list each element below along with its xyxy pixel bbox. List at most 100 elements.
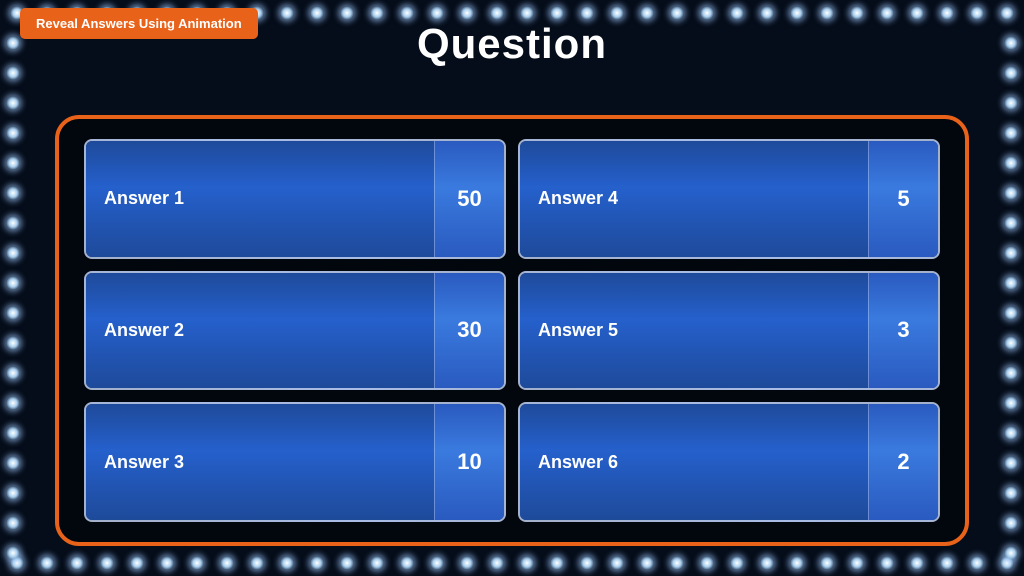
- light-dot: [940, 6, 954, 20]
- light-dot: [760, 6, 774, 20]
- light-dot: [850, 6, 864, 20]
- light-dot: [550, 6, 564, 20]
- light-dot: [700, 556, 714, 570]
- light-dot: [6, 546, 20, 560]
- light-dot: [340, 556, 354, 570]
- light-dot: [6, 246, 20, 260]
- answer-card-2[interactable]: Answer 45: [518, 139, 940, 259]
- answer-score-5: 10: [434, 404, 504, 520]
- answer-card-5[interactable]: Answer 310: [84, 402, 506, 522]
- light-dot: [1004, 336, 1018, 350]
- light-dot: [160, 556, 174, 570]
- light-dot: [430, 6, 444, 20]
- light-dot: [400, 556, 414, 570]
- light-dot: [850, 556, 864, 570]
- light-dot: [400, 6, 414, 20]
- light-dot: [1004, 276, 1018, 290]
- light-dot: [6, 96, 20, 110]
- answer-text-2: Answer 4: [520, 141, 868, 257]
- light-dot: [580, 6, 594, 20]
- light-dot: [550, 556, 564, 570]
- light-dot: [1004, 156, 1018, 170]
- light-dot: [640, 6, 654, 20]
- light-dot: [310, 6, 324, 20]
- light-dot: [370, 556, 384, 570]
- answer-text-5: Answer 3: [86, 404, 434, 520]
- answer-score-3: 30: [434, 273, 504, 389]
- light-dot: [1000, 556, 1014, 570]
- light-dot: [1004, 66, 1018, 80]
- light-dot: [6, 186, 20, 200]
- answer-score-2: 5: [868, 141, 938, 257]
- light-dot: [790, 6, 804, 20]
- light-dot: [1004, 486, 1018, 500]
- light-dot: [610, 556, 624, 570]
- answer-card-6[interactable]: Answer 62: [518, 402, 940, 522]
- answer-text-4: Answer 5: [520, 273, 868, 389]
- answer-score-1: 50: [434, 141, 504, 257]
- light-dot: [370, 6, 384, 20]
- light-dot: [520, 556, 534, 570]
- light-dot: [460, 556, 474, 570]
- light-dot: [6, 486, 20, 500]
- light-dot: [220, 556, 234, 570]
- light-dot: [6, 306, 20, 320]
- answer-text-6: Answer 6: [520, 404, 868, 520]
- light-dot: [1000, 6, 1014, 20]
- light-dot: [6, 456, 20, 470]
- light-dot: [6, 396, 20, 410]
- light-dot: [10, 556, 24, 570]
- light-dot: [970, 556, 984, 570]
- answer-score-6: 2: [868, 404, 938, 520]
- answers-container: Answer 150Answer 45Answer 230Answer 53An…: [55, 115, 969, 546]
- light-dot: [490, 556, 504, 570]
- light-dot: [100, 556, 114, 570]
- light-dot: [490, 6, 504, 20]
- answer-card-3[interactable]: Answer 230: [84, 271, 506, 391]
- light-dot: [1004, 366, 1018, 380]
- light-dot: [760, 556, 774, 570]
- light-dot: [1004, 426, 1018, 440]
- answer-text-3: Answer 2: [86, 273, 434, 389]
- light-dot: [6, 126, 20, 140]
- light-dot: [190, 556, 204, 570]
- light-dot: [1004, 396, 1018, 410]
- light-dot: [1004, 96, 1018, 110]
- light-dot: [1004, 126, 1018, 140]
- light-dot: [580, 556, 594, 570]
- light-dot: [1004, 546, 1018, 560]
- answer-score-4: 3: [868, 273, 938, 389]
- light-dot: [6, 426, 20, 440]
- light-dot: [430, 556, 444, 570]
- light-dot: [6, 216, 20, 230]
- light-dot: [910, 6, 924, 20]
- light-dot: [6, 276, 20, 290]
- light-dot: [6, 336, 20, 350]
- light-dot: [6, 156, 20, 170]
- light-dot: [460, 6, 474, 20]
- light-dot: [250, 556, 264, 570]
- light-dot: [910, 556, 924, 570]
- light-dot: [1004, 186, 1018, 200]
- light-dot: [970, 6, 984, 20]
- light-dot: [940, 556, 954, 570]
- answer-card-4[interactable]: Answer 53: [518, 271, 940, 391]
- light-dot: [6, 516, 20, 530]
- light-dot: [670, 556, 684, 570]
- light-dot: [880, 556, 894, 570]
- light-dot: [70, 556, 84, 570]
- light-dot: [130, 556, 144, 570]
- light-dot: [1004, 516, 1018, 530]
- light-dot: [730, 556, 744, 570]
- answer-card-1[interactable]: Answer 150: [84, 139, 506, 259]
- light-dot: [1004, 216, 1018, 230]
- light-dot: [6, 366, 20, 380]
- answer-text-1: Answer 1: [86, 141, 434, 257]
- light-dot: [820, 6, 834, 20]
- light-dot: [820, 556, 834, 570]
- light-dot: [1004, 456, 1018, 470]
- light-dot: [790, 556, 804, 570]
- reveal-button[interactable]: Reveal Answers Using Animation: [20, 8, 258, 39]
- light-dot: [520, 6, 534, 20]
- light-dot: [280, 6, 294, 20]
